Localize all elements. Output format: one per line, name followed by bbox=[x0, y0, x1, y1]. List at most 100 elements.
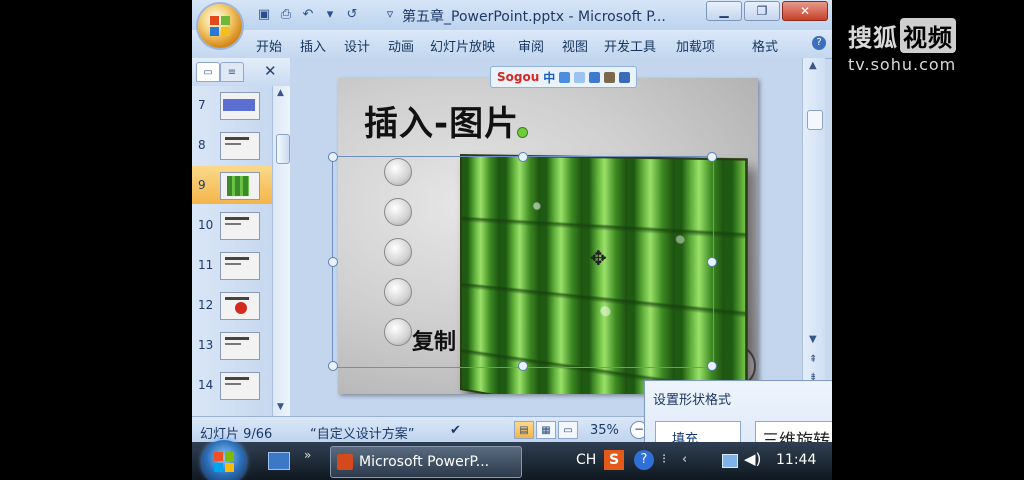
start-button[interactable] bbox=[202, 440, 246, 480]
resize-handle[interactable] bbox=[707, 152, 717, 162]
outline-tab-icon[interactable]: ≡ bbox=[220, 62, 244, 82]
taskbar: » Microsoft PowerP... CH S ? ⁝ ‹ ◀) 11:4… bbox=[192, 440, 832, 480]
resize-handle[interactable] bbox=[328, 257, 338, 267]
tray-options-icon[interactable]: ⁝ bbox=[662, 452, 666, 467]
tab-addins[interactable]: 加载项 bbox=[676, 36, 715, 55]
resize-handle[interactable] bbox=[518, 152, 528, 162]
slide-title[interactable]: 插入-图片 bbox=[364, 96, 519, 145]
redo-icon[interactable]: ↺ bbox=[344, 6, 360, 22]
slide-thumbnail bbox=[220, 332, 260, 360]
resize-handle[interactable] bbox=[707, 361, 717, 371]
quick-access-toolbar: ▣ ⎙ ↶ ▾ ↺ ▿ bbox=[256, 6, 398, 22]
slide-scrollbar[interactable]: ▲ ▼ ⇞ ⇟ bbox=[802, 58, 825, 416]
office-button[interactable] bbox=[198, 4, 242, 48]
undo-icon[interactable]: ↶ bbox=[300, 6, 316, 22]
slide-number: 13 bbox=[198, 338, 214, 352]
tab-animation[interactable]: 动画 bbox=[388, 36, 414, 55]
sogou-tray-icon[interactable]: S bbox=[604, 450, 624, 470]
slide-counter: 幻灯片 9/66 bbox=[200, 427, 273, 442]
skin-icon[interactable] bbox=[604, 71, 616, 83]
slide-thumb-12[interactable]: 12 bbox=[192, 286, 272, 324]
tab-insert[interactable]: 插入 bbox=[300, 36, 326, 55]
slideshow-view-icon[interactable]: ▭ bbox=[558, 421, 578, 439]
close-pane-icon[interactable]: ✕ bbox=[264, 62, 277, 80]
tab-view[interactable]: 视图 bbox=[562, 36, 588, 55]
selection-box[interactable] bbox=[328, 127, 717, 371]
slide-thumb-8[interactable]: 8 bbox=[192, 126, 272, 164]
tab-review[interactable]: 审阅 bbox=[518, 36, 544, 55]
powerpoint-screen: ▣ ⎙ ↶ ▾ ↺ ▿ 第五章_PowerPoint.pptx - Micros… bbox=[192, 0, 832, 480]
help-tray-icon[interactable]: ? bbox=[634, 450, 654, 470]
slide-thumbnail bbox=[220, 292, 260, 320]
scroll-up-icon[interactable]: ▲ bbox=[277, 88, 284, 98]
scroll-thumb[interactable] bbox=[276, 134, 290, 164]
volume-icon[interactable]: ◀) bbox=[744, 450, 761, 468]
print-icon[interactable]: ⎙ bbox=[278, 6, 294, 22]
slide-thumbnail bbox=[220, 132, 260, 160]
keyboard-icon[interactable] bbox=[589, 71, 601, 83]
watermark-brand: 搜狐 视频 bbox=[848, 18, 956, 53]
slide-thumb-14[interactable]: 14 bbox=[192, 366, 272, 404]
chevron-icon[interactable]: » bbox=[304, 448, 311, 462]
rotation-handle[interactable] bbox=[517, 127, 528, 138]
slide-thumb-7[interactable]: 7 bbox=[192, 86, 272, 124]
dropdown-icon[interactable]: ▾ bbox=[322, 6, 338, 22]
slide-thumb-9[interactable]: 9 bbox=[192, 166, 272, 204]
slides-tab-icon[interactable]: ▭ bbox=[196, 62, 220, 82]
tab-home[interactable]: 开始 bbox=[256, 36, 282, 55]
scroll-down-icon[interactable]: ▼ bbox=[809, 334, 817, 345]
sohu-watermark: 搜狐 视频 tv.sohu.com bbox=[848, 18, 956, 74]
slide-number: 10 bbox=[198, 218, 214, 232]
zoom-level[interactable]: 35% bbox=[590, 423, 619, 438]
spellcheck-icon[interactable]: ✔ bbox=[450, 423, 461, 438]
tray-expand-icon[interactable]: ‹ bbox=[682, 452, 687, 467]
scroll-up-icon[interactable]: ▲ bbox=[809, 60, 817, 71]
minimize-icon[interactable]: ▁ bbox=[706, 1, 742, 21]
save-icon[interactable]: ▣ bbox=[256, 6, 272, 22]
slide-sorter-icon[interactable]: ▦ bbox=[536, 421, 556, 439]
slide-thumb-13[interactable]: 13 bbox=[192, 326, 272, 364]
slide-thumbnail bbox=[220, 372, 260, 400]
help-icon[interactable]: ? bbox=[812, 36, 826, 50]
scroll-down-icon[interactable]: ▼ bbox=[277, 402, 284, 412]
language-indicator[interactable]: CH bbox=[576, 452, 596, 468]
taskbar-app-label: Microsoft PowerP... bbox=[359, 454, 490, 470]
resize-handle[interactable] bbox=[328, 361, 338, 371]
slide-thumbnails: 7 8 9 10 11 12 13 14 bbox=[192, 86, 272, 416]
tab-design[interactable]: 设计 bbox=[344, 36, 370, 55]
tools-icon[interactable] bbox=[619, 71, 631, 83]
taskbar-app-powerpoint[interactable]: Microsoft PowerP... bbox=[330, 446, 522, 478]
tab-developer[interactable]: 开发工具 bbox=[604, 36, 656, 55]
ribbon-tabs: 开始 插入 设计 动画 幻灯片放映 审阅 视图 开发工具 加载项 格式 ? bbox=[192, 30, 832, 59]
tab-format[interactable]: 格式 bbox=[752, 36, 778, 55]
watermark-brand-box: 视频 bbox=[900, 18, 956, 53]
moon-icon[interactable] bbox=[559, 71, 571, 83]
resize-handle[interactable] bbox=[328, 152, 338, 162]
office-logo-icon bbox=[210, 16, 230, 36]
show-desktop-icon[interactable] bbox=[268, 452, 290, 470]
slide-thumbnail bbox=[220, 172, 260, 200]
restore-icon[interactable]: ❐ bbox=[744, 1, 780, 21]
close-icon[interactable]: ✕ bbox=[782, 1, 828, 21]
previous-slide-icon[interactable]: ⇞ bbox=[809, 354, 817, 365]
slide-thumb-11[interactable]: 11 bbox=[192, 246, 272, 284]
slides-pane-header: ▭ ≡ ✕ bbox=[192, 58, 290, 87]
slide-thumbnail bbox=[220, 252, 260, 280]
slide-thumbnail bbox=[220, 212, 260, 240]
tab-slideshow[interactable]: 幻灯片放映 bbox=[430, 36, 495, 55]
sogou-ime-toolbar[interactable]: Sogou 中 bbox=[490, 66, 638, 88]
network-icon[interactable] bbox=[722, 454, 738, 468]
resize-handle[interactable] bbox=[518, 361, 528, 371]
title-bar: ▣ ⎙ ↶ ▾ ↺ ▿ 第五章_PowerPoint.pptx - Micros… bbox=[192, 0, 832, 30]
customize-toolbar-icon[interactable]: ▿ bbox=[382, 6, 398, 22]
slide-thumbnail bbox=[220, 92, 260, 120]
taskbar-clock[interactable]: 11:44 bbox=[776, 452, 816, 468]
normal-view-icon[interactable]: ▤ bbox=[514, 421, 534, 439]
slide-editing-area: 插入-图片 复制 ✥ Sogou 中 bbox=[290, 58, 802, 416]
thumbnails-scrollbar[interactable]: ▲ ▼ bbox=[272, 86, 291, 416]
resize-handle[interactable] bbox=[707, 257, 717, 267]
punctuation-icon[interactable] bbox=[574, 71, 586, 83]
ime-mode-toggle[interactable]: 中 bbox=[543, 69, 555, 86]
slide-thumb-10[interactable]: 10 bbox=[192, 206, 272, 244]
scroll-thumb[interactable] bbox=[807, 110, 823, 130]
